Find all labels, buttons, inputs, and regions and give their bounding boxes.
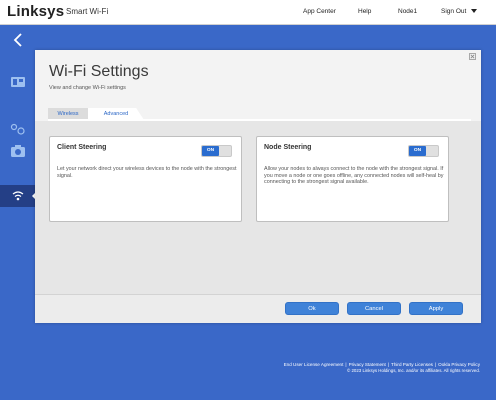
node-link[interactable]: Node1	[398, 8, 417, 15]
sign-out-label: Sign Out	[441, 8, 467, 15]
devices-icon[interactable]	[9, 122, 27, 136]
top-header: Linksys Smart Wi-Fi App Center Help Node…	[0, 0, 496, 25]
help-link[interactable]: Help	[358, 8, 371, 15]
camera-icon[interactable]	[9, 144, 27, 158]
tab-content: Client Steering ON Let your network dire…	[35, 121, 481, 294]
link-separator: |	[434, 362, 437, 367]
link-separator: |	[387, 362, 390, 367]
product-name: Smart Wi-Fi	[66, 7, 109, 16]
eula-link[interactable]: End User License Agreement	[284, 362, 344, 367]
ookla-privacy-link[interactable]: Ookla Privacy Policy	[438, 362, 480, 367]
wifi-settings-icon	[12, 191, 24, 201]
ok-button[interactable]: Ok	[285, 302, 339, 315]
client-steering-card: Client Steering ON Let your network dire…	[49, 136, 242, 222]
node-steering-card: Node Steering ON Allow your nodes to alw…	[256, 136, 449, 222]
third-party-licenses-link[interactable]: Third Party Licenses	[391, 362, 433, 367]
page-title: Wi-Fi Settings	[49, 63, 149, 80]
client-steering-toggle[interactable]: ON	[201, 145, 232, 157]
page-subtitle: View and change Wi-Fi settings	[49, 85, 126, 91]
chevron-down-icon	[471, 9, 478, 14]
legal-links: End User License Agreement | Privacy State…	[284, 362, 480, 367]
linksys-logo: Linksys	[7, 3, 65, 20]
node-steering-title: Node Steering	[264, 144, 312, 151]
rail-item-wifi-settings[interactable]	[0, 185, 36, 207]
client-steering-description: Let your network direct your wireless de…	[57, 166, 237, 179]
node-steering-toggle[interactable]: ON	[408, 145, 439, 157]
action-bar: Ok Cancel Apply	[35, 294, 481, 323]
sign-out-menu[interactable]: Sign Out	[441, 8, 478, 15]
back-arrow-icon[interactable]	[13, 33, 23, 47]
cancel-button[interactable]: Cancel	[347, 302, 401, 315]
left-rail	[0, 25, 36, 400]
legal-footer: End User License Agreement | Privacy State…	[284, 362, 480, 373]
node-steering-description: Allow your nodes to always connect to th…	[264, 166, 444, 186]
app-center-link[interactable]: App Center	[303, 8, 336, 15]
copyright-text: © 2023 Linksys Holdings, Inc. and/or its…	[347, 368, 480, 373]
apply-button[interactable]: Apply	[409, 302, 463, 315]
dashboard-icon[interactable]	[9, 75, 27, 89]
wifi-settings-panel: Wi-Fi Settings View and change Wi-Fi set…	[35, 50, 481, 323]
client-steering-title: Client Steering	[57, 144, 107, 151]
link-separator: |	[345, 362, 347, 367]
toggle-on-label: ON	[409, 146, 426, 156]
toggle-on-label: ON	[202, 146, 219, 156]
close-icon[interactable]	[469, 53, 476, 60]
privacy-statement-link[interactable]: Privacy Statement	[349, 362, 386, 367]
